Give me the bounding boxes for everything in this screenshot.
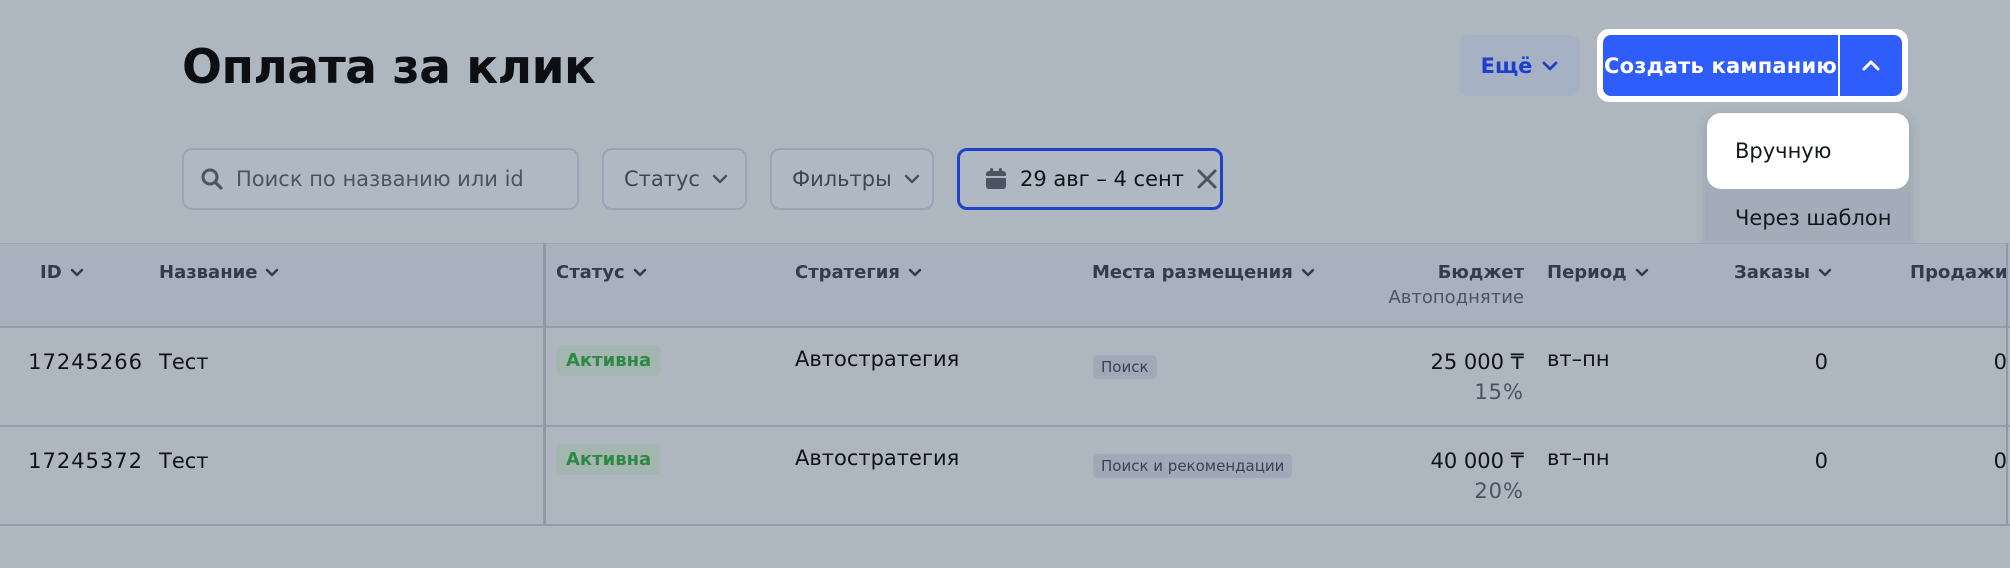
campaign-budget: 40 000 ₸ [1430, 449, 1524, 473]
campaign-autoraise: 20% [1474, 479, 1524, 503]
frozen-column-divider [543, 243, 546, 525]
campaign-period: вт–пн [1547, 347, 1610, 371]
campaign-name[interactable]: Тест [159, 449, 209, 473]
chevron-down-icon [266, 268, 279, 277]
column-header-status[interactable]: Статус [556, 262, 647, 283]
campaigns-table: ID Название Статус Стратегия Места разме… [0, 243, 2010, 526]
column-header-name[interactable]: Название [159, 262, 279, 283]
campaign-orders: 0 [1814, 350, 1828, 374]
chevron-down-icon [633, 268, 646, 277]
chevron-down-icon [904, 174, 919, 184]
placement-badge: Поиск и рекомендации [1093, 454, 1293, 478]
column-label: Стратегия [795, 262, 900, 283]
column-label: Статус [556, 262, 625, 283]
status-badge: Активна [556, 345, 662, 376]
column-label: Заказы [1734, 262, 1811, 283]
filters-button[interactable]: Фильтры [770, 148, 934, 210]
column-label: ID [40, 262, 62, 283]
campaign-period: вт–пн [1547, 446, 1610, 470]
status-filter-label: Статус [624, 167, 700, 191]
chevron-down-icon [712, 174, 728, 184]
status-badge: Активна [556, 444, 662, 475]
campaign-sales: 0 [1993, 449, 2007, 473]
table-row[interactable]: 17245266 Тест Активна Автостратегия Поис… [0, 328, 2010, 427]
campaign-name[interactable]: Тест [159, 350, 209, 374]
campaign-strategy: Автостратегия [795, 347, 960, 371]
campaign-budget: 25 000 ₸ [1430, 350, 1524, 374]
menu-item-manual[interactable]: Вручную [1707, 113, 1909, 189]
campaign-orders: 0 [1814, 449, 1828, 473]
chevron-down-icon [70, 268, 83, 277]
column-divider [2006, 243, 2008, 525]
chevron-down-icon [1543, 61, 1558, 70]
chevron-up-icon [1862, 60, 1880, 71]
create-campaign-button[interactable]: Создать кампанию [1603, 35, 1838, 96]
column-sublabel: Автоподнятие [1388, 287, 1524, 308]
page-title: Оплата за клик [182, 40, 596, 95]
filters-label: Фильтры [792, 167, 892, 191]
column-label: Период [1547, 262, 1627, 283]
chevron-down-icon [1635, 268, 1648, 277]
column-header-sales[interactable]: Продажи [1910, 262, 2010, 283]
search-field[interactable] [182, 148, 579, 210]
column-header-placements[interactable]: Места размещения [1092, 262, 1315, 283]
date-range-label: 29 авг – 4 сент [1020, 167, 1184, 191]
chevron-down-icon [1818, 268, 1832, 277]
table-header: ID Название Статус Стратегия Места разме… [0, 243, 2010, 328]
table-row[interactable]: 17245372 Тест Активна Автостратегия Поис… [0, 427, 2010, 526]
column-header-strategy[interactable]: Стратегия [795, 262, 922, 283]
column-label: Бюджет [1437, 262, 1524, 283]
date-range-filter[interactable]: 29 авг – 4 сент [957, 148, 1223, 210]
more-button[interactable]: Ещё [1459, 35, 1580, 96]
close-icon[interactable] [1196, 168, 1218, 190]
column-header-budget[interactable]: Бюджет Автоподнятие [1320, 262, 1524, 308]
create-campaign-split-button: Создать кампанию [1597, 29, 1908, 102]
column-label: Места размещения [1092, 262, 1293, 283]
column-header-id[interactable]: ID [40, 262, 84, 283]
column-header-period[interactable]: Период [1547, 262, 1649, 283]
column-label: Продажи [1910, 262, 2008, 283]
column-header-orders[interactable]: Заказы [1734, 262, 1832, 283]
search-icon [201, 168, 223, 190]
campaign-strategy: Автостратегия [795, 446, 960, 470]
more-label: Ещё [1480, 53, 1533, 78]
placement-badge: Поиск [1093, 355, 1157, 379]
create-campaign-menu-toggle[interactable] [1838, 35, 1902, 96]
calendar-icon [986, 168, 1006, 189]
campaign-autoraise: 15% [1474, 380, 1524, 404]
campaign-id: 17245372 [28, 449, 143, 473]
search-input[interactable] [234, 166, 558, 192]
column-label: Название [159, 262, 258, 283]
status-filter-button[interactable]: Статус [602, 148, 747, 210]
campaign-sales: 0 [1993, 350, 2007, 374]
create-campaign-dropdown: Вручную Через шаблон [1707, 113, 1909, 256]
campaign-id: 17245266 [28, 350, 143, 374]
chevron-down-icon [908, 268, 922, 277]
chevron-down-icon [1301, 268, 1314, 277]
